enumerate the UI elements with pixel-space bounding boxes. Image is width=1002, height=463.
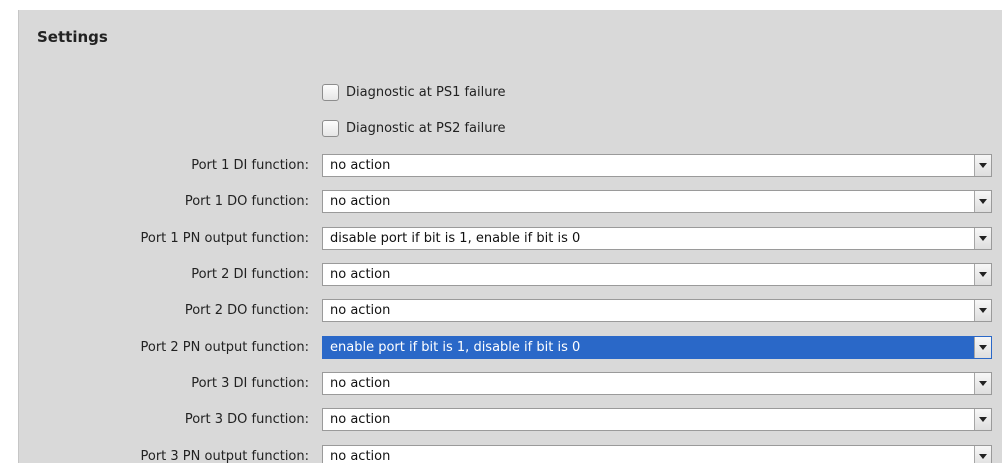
port1-do-value: no action bbox=[330, 194, 391, 209]
port1-di-value: no action bbox=[330, 158, 391, 173]
port3-pn-label: Port 3 PN output function: bbox=[140, 449, 310, 463]
port1-di-label: Port 1 DI function: bbox=[191, 158, 309, 173]
ps2-failure-label: Diagnostic at PS2 failure bbox=[346, 120, 506, 136]
port2-di-label: Port 2 DI function: bbox=[191, 267, 309, 282]
port3-pn-value: no action bbox=[330, 449, 391, 463]
port3-pn-dropdown-button[interactable] bbox=[974, 446, 991, 463]
field-row-port2-do: Port 2 DO function: no action bbox=[19, 299, 1002, 322]
port1-di-select[interactable]: no action bbox=[322, 154, 992, 177]
port1-pn-value: disable port if bit is 1, enable if bit … bbox=[330, 231, 581, 246]
port2-pn-select[interactable]: enable port if bit is 1, disable if bit … bbox=[322, 336, 992, 359]
field-row-port1-di: Port 1 DI function: no action bbox=[19, 154, 1002, 177]
section-title: Settings bbox=[37, 28, 108, 46]
port2-di-select[interactable]: no action bbox=[322, 263, 992, 286]
port2-do-dropdown-button[interactable] bbox=[974, 300, 991, 321]
port2-do-value: no action bbox=[330, 303, 391, 318]
field-row-port2-di: Port 2 DI function: no action bbox=[19, 263, 1002, 286]
port1-di-dropdown-button[interactable] bbox=[974, 155, 991, 176]
ps1-failure-label: Diagnostic at PS1 failure bbox=[346, 84, 506, 100]
port3-di-label: Port 3 DI function: bbox=[191, 376, 309, 391]
ps1-failure-checkbox[interactable] bbox=[322, 83, 339, 101]
port2-di-value: no action bbox=[330, 267, 391, 282]
port1-do-select[interactable]: no action bbox=[322, 190, 992, 213]
settings-panel: Settings Diagnostic at PS1 failure Diagn… bbox=[18, 10, 1002, 463]
port3-do-label: Port 3 DO function: bbox=[184, 412, 309, 427]
field-row-port3-pn: Port 3 PN output function: no action bbox=[19, 445, 1002, 463]
field-row-port1-pn: Port 1 PN output function: disable port … bbox=[19, 227, 1002, 250]
chevron-down-icon bbox=[979, 199, 987, 204]
port3-do-value: no action bbox=[330, 412, 391, 427]
chevron-down-icon bbox=[979, 454, 987, 459]
chevron-down-icon bbox=[979, 272, 987, 277]
field-row-port1-do: Port 1 DO function: no action bbox=[19, 190, 1002, 213]
port1-pn-dropdown-button[interactable] bbox=[974, 228, 991, 249]
chevron-down-icon bbox=[979, 163, 987, 168]
port2-do-label: Port 2 DO function: bbox=[184, 303, 309, 318]
port3-di-select[interactable]: no action bbox=[322, 372, 992, 395]
port3-do-dropdown-button[interactable] bbox=[974, 409, 991, 430]
port3-di-value: no action bbox=[330, 376, 391, 391]
field-row-port3-do: Port 3 DO function: no action bbox=[19, 408, 1002, 431]
port2-pn-value: enable port if bit is 1, disable if bit … bbox=[330, 340, 581, 355]
field-row-port2-pn: Port 2 PN output function: enable port i… bbox=[19, 336, 1002, 359]
chevron-down-icon bbox=[979, 236, 987, 241]
port3-do-select[interactable]: no action bbox=[322, 408, 992, 431]
port2-pn-label: Port 2 PN output function: bbox=[140, 340, 310, 355]
chevron-down-icon bbox=[979, 345, 987, 350]
port1-pn-label: Port 1 PN output function: bbox=[140, 231, 310, 246]
field-row-port3-di: Port 3 DI function: no action bbox=[19, 372, 1002, 395]
checkbox-row-ps2[interactable]: Diagnostic at PS2 failure bbox=[322, 117, 506, 139]
ps2-failure-checkbox[interactable] bbox=[322, 119, 339, 137]
port2-di-dropdown-button[interactable] bbox=[974, 264, 991, 285]
checkbox-row-ps1[interactable]: Diagnostic at PS1 failure bbox=[322, 81, 506, 103]
port2-do-select[interactable]: no action bbox=[322, 299, 992, 322]
chevron-down-icon bbox=[979, 308, 987, 313]
port3-di-dropdown-button[interactable] bbox=[974, 373, 991, 394]
port1-do-dropdown-button[interactable] bbox=[974, 191, 991, 212]
port1-do-label: Port 1 DO function: bbox=[184, 194, 309, 209]
chevron-down-icon bbox=[979, 417, 987, 422]
port2-pn-dropdown-button[interactable] bbox=[974, 337, 991, 358]
port3-pn-select[interactable]: no action bbox=[322, 445, 992, 463]
port1-pn-select[interactable]: disable port if bit is 1, enable if bit … bbox=[322, 227, 992, 250]
chevron-down-icon bbox=[979, 381, 987, 386]
